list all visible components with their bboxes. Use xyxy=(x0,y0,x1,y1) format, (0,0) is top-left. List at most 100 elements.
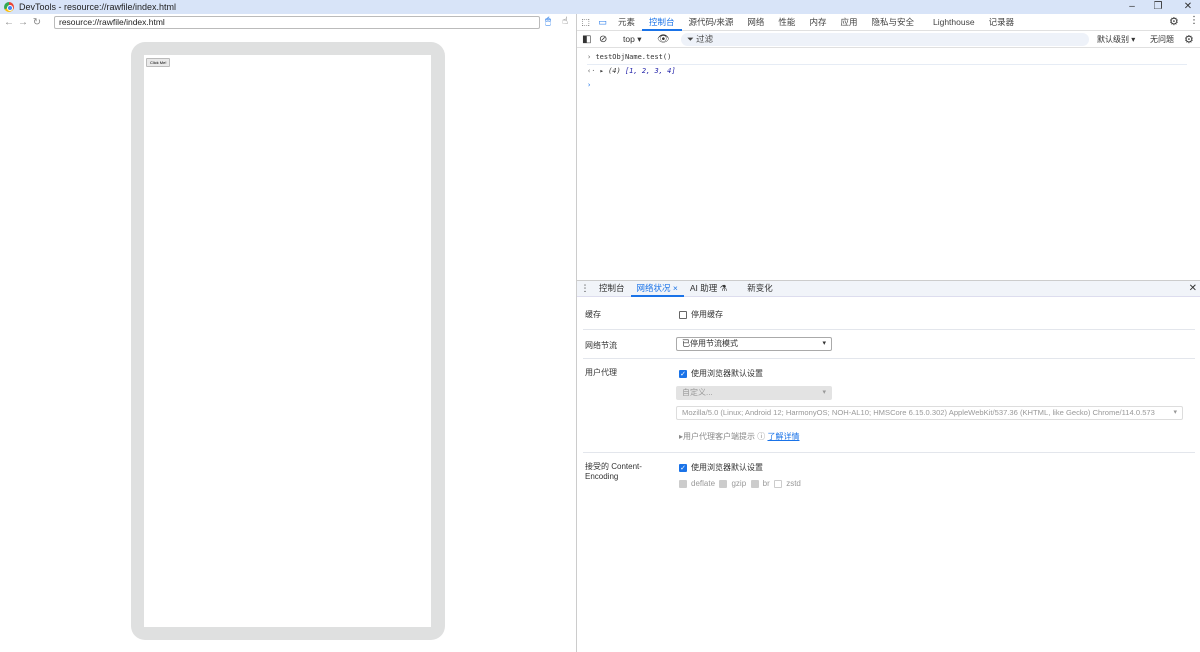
close-tab-icon[interactable]: × xyxy=(673,283,678,293)
flask-icon: ⚗ xyxy=(719,282,728,293)
checkbox-unchecked[interactable] xyxy=(679,310,687,319)
br-checkbox[interactable] xyxy=(750,479,759,488)
browser-logo-icon xyxy=(4,2,14,12)
ua-string-input[interactable]: Mozilla/5.0 (Linux; Android 12; HarmonyO… xyxy=(676,406,1183,420)
drawer-tab-whats-new[interactable]: 新变化 xyxy=(741,281,779,297)
forward-icon[interactable]: → xyxy=(16,17,30,28)
devtools-panel: ⬚ ▭ 元素 控制台 源代码/来源 网络 性能 内存 应用 隐私与安全 Ligh… xyxy=(576,14,1200,652)
tab-lighthouse[interactable]: Lighthouse xyxy=(926,14,982,31)
checkbox-label: 使用浏览器默认设置 xyxy=(691,463,763,472)
page-viewport: Click Me! xyxy=(0,31,576,652)
encoding-default-checkbox[interactable]: ✓ 使用浏览器默认设置 xyxy=(679,462,763,473)
checkbox-label: 使用浏览器默认设置 xyxy=(691,369,763,378)
info-icon: ⓘ xyxy=(757,432,766,441)
context-label: top xyxy=(623,33,635,44)
device-screen: Click Me! xyxy=(144,55,431,627)
filter-placeholder: 过滤 xyxy=(696,34,714,44)
throttling-label: 网络节流 xyxy=(585,341,617,350)
tab-memory[interactable]: 内存 xyxy=(802,14,833,31)
tab-console[interactable]: 控制台 xyxy=(642,14,682,31)
log-level-label: 默认级别 xyxy=(1097,34,1129,44)
tab-privacy-security[interactable]: 隐私与安全 xyxy=(864,14,921,31)
divider xyxy=(583,358,1195,359)
title-bar: DevTools - resource://rawfile/index.html… xyxy=(0,0,1200,14)
drawer-tab-network-conditions[interactable]: 网络状况 × xyxy=(630,281,684,297)
encoding-label: 接受的 Content-Encoding xyxy=(585,462,642,481)
hints-label: 用户代理客户端提示 xyxy=(683,432,756,441)
divider xyxy=(583,452,1195,453)
devtools-tabs: ⬚ ▭ 元素 控制台 源代码/来源 网络 性能 内存 应用 隐私与安全 Ligh… xyxy=(577,14,1200,31)
option-label: zstd xyxy=(786,479,801,488)
filter-icon: ⏷ xyxy=(687,34,697,44)
window-title: DevTools - resource://rawfile/index.html xyxy=(19,2,177,12)
console-output[interactable]: › testObjName.test() ‹· ▸ (4) [1, 2, 3, … xyxy=(577,48,1200,279)
reload-icon[interactable]: ↻ xyxy=(30,17,44,28)
minimize-button[interactable]: – xyxy=(1124,0,1140,14)
array-value: [1, 2, 3, 4] xyxy=(624,67,676,75)
tab-network[interactable]: 网络 xyxy=(740,14,771,31)
context-selector[interactable]: top ▾ xyxy=(623,34,641,45)
back-icon[interactable]: ← xyxy=(2,17,16,28)
array-length: (4) xyxy=(608,67,621,75)
log-level-dropdown[interactable]: 默认级别 ▾ xyxy=(1097,34,1135,45)
option-label: deflate xyxy=(691,479,716,488)
learn-more-link[interactable]: 了解详情 xyxy=(767,432,799,441)
checkbox-checked[interactable]: ✓ xyxy=(679,369,687,378)
drawer-tab-label: AI 助理 xyxy=(689,282,718,293)
drawer-tab-ai-assistant[interactable]: AI 助理 ⚗ xyxy=(684,281,733,297)
console-prompt[interactable]: › xyxy=(587,81,591,89)
maximize-button[interactable]: ❐ xyxy=(1150,0,1166,14)
console-result-line[interactable]: ‹· ▸ (4) [1, 2, 3, 4] xyxy=(587,67,676,75)
click-me-button[interactable]: Click Me! xyxy=(146,58,171,67)
issues-button[interactable]: 无问题 xyxy=(1150,34,1174,45)
zstd-checkbox[interactable] xyxy=(774,479,783,488)
drawer-menu-icon[interactable]: ⋮ xyxy=(577,283,593,294)
option-label: br xyxy=(762,479,770,488)
close-drawer-icon[interactable]: ✕ xyxy=(1189,283,1197,294)
return-arrow-icon: ‹· xyxy=(587,67,596,75)
close-window-button[interactable]: ✕ xyxy=(1180,0,1196,14)
option-label: gzip xyxy=(731,479,747,488)
filter-input[interactable]: ⏷ 过滤 xyxy=(681,33,1089,46)
cache-label: 缓存 xyxy=(585,310,601,319)
tab-recorder[interactable]: 记录器 xyxy=(982,14,1022,31)
input-chevron-icon: › xyxy=(587,53,592,61)
console-command: testObjName.test() xyxy=(595,53,672,61)
settings-icon[interactable]: ⚙ xyxy=(1169,15,1179,28)
drawer-tab-label: 网络状况 xyxy=(636,282,671,293)
checkbox-label: 停用缓存 xyxy=(691,310,723,319)
mouse-icon[interactable]: 🖱 xyxy=(545,16,551,27)
deflate-checkbox[interactable] xyxy=(679,479,687,488)
divider xyxy=(583,329,1195,330)
tab-performance[interactable]: 性能 xyxy=(771,14,802,31)
touch-icon[interactable]: ☝ xyxy=(562,16,568,27)
console-input-line: › testObjName.test() xyxy=(587,53,1187,65)
live-expression-eye-icon[interactable]: 👁 xyxy=(657,34,670,45)
ua-default-checkbox[interactable]: ✓ 使用浏览器默认设置 xyxy=(679,368,763,379)
device-frame: Click Me! xyxy=(131,42,445,640)
user-agent-label: 用户代理 xyxy=(585,368,617,377)
console-toolbar: ◧ ⊘ top ▾ 👁 ⏷ 过滤 默认级别 ▾ 无问题 ⚙ xyxy=(577,31,1200,48)
clear-console-icon[interactable]: ⊘ xyxy=(599,34,607,45)
disable-cache-checkbox[interactable]: 停用缓存 xyxy=(679,309,723,320)
tab-sources[interactable]: 源代码/来源 xyxy=(682,14,741,31)
drawer-tab-console[interactable]: 控制台 xyxy=(593,281,631,297)
sidebar-toggle-icon[interactable]: ◧ xyxy=(582,34,591,45)
checkbox-checked[interactable]: ✓ xyxy=(679,463,687,472)
device-toolbar-icon[interactable]: ▭ xyxy=(594,17,611,28)
tab-elements[interactable]: 元素 xyxy=(611,14,642,31)
ua-select[interactable]: 自定义... xyxy=(676,386,832,400)
console-settings-icon[interactable]: ⚙ xyxy=(1184,33,1194,46)
gzip-checkbox[interactable] xyxy=(719,479,728,488)
drawer-tabs: ⋮ 控制台 网络状况 × AI 助理 ⚗ 新变化 ✕ xyxy=(577,281,1200,297)
inspect-icon[interactable]: ⬚ xyxy=(577,17,594,28)
drawer-panel: ⋮ 控制台 网络状况 × AI 助理 ⚗ 新变化 ✕ 缓存 停用缓存 网络节流 … xyxy=(577,280,1200,652)
more-options-icon[interactable]: ⋮ xyxy=(1189,15,1199,26)
address-bar-row: ← → ↻ resource://rawfile/index.html 🖱 ☝ xyxy=(0,14,576,31)
encoding-options: deflate gzip br zstd xyxy=(679,479,801,488)
ua-client-hints-toggle[interactable]: ▸用户代理客户端提示 ⓘ 了解详情 xyxy=(679,431,799,442)
url-input[interactable]: resource://rawfile/index.html xyxy=(54,16,540,29)
throttling-select[interactable]: 已停用节流模式 xyxy=(676,337,832,351)
tab-application[interactable]: 应用 xyxy=(833,14,864,31)
expand-triangle-icon[interactable]: ▸ xyxy=(600,67,604,75)
